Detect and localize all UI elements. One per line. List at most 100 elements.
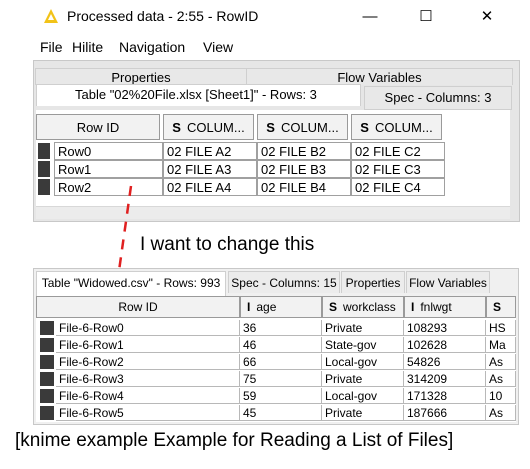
table-cell[interactable]: 02 FILE C2 bbox=[351, 142, 445, 160]
tab-spec[interactable]: Spec - Columns: 3 bbox=[364, 86, 512, 110]
window-title: Processed data - 2:55 - RowID bbox=[67, 8, 259, 24]
table-cell[interactable]: Private bbox=[322, 405, 404, 421]
close-button[interactable]: ✕ bbox=[465, 3, 509, 29]
column-header-1[interactable]: S COLUM... bbox=[163, 114, 254, 140]
tab-table-widowed[interactable]: Table "Widowed.csv" - Rows: 993 bbox=[36, 271, 226, 296]
tab-spec-columns[interactable]: Spec - Columns: 15 bbox=[228, 271, 340, 293]
table-cell[interactable]: 46 bbox=[240, 337, 322, 353]
table-cell[interactable]: State-gov bbox=[322, 337, 404, 353]
table-cell[interactable]: 10 bbox=[486, 388, 516, 404]
row-marker bbox=[40, 372, 54, 386]
table-cell[interactable]: 314209 bbox=[404, 371, 486, 387]
column-header-2[interactable]: S COLUM... bbox=[257, 114, 348, 140]
close-icon: ✕ bbox=[480, 8, 494, 25]
table-cell[interactable]: 02 FILE C4 bbox=[351, 178, 445, 196]
row-marker bbox=[40, 355, 54, 369]
table-cell[interactable]: 45 bbox=[240, 405, 322, 421]
tab-flow-variables[interactable]: Flow Variables bbox=[406, 271, 490, 293]
table-cell[interactable]: 02 FILE C3 bbox=[351, 160, 445, 178]
column-header-row-id[interactable]: Row ID bbox=[36, 114, 160, 140]
table-cell[interactable]: 02 FILE A4 bbox=[163, 178, 257, 196]
column-header-label: COLUM... bbox=[374, 119, 433, 135]
table-cell[interactable]: As bbox=[486, 354, 516, 370]
column-header-education[interactable]: S bbox=[486, 296, 516, 318]
column-header-age[interactable]: Iage bbox=[240, 296, 322, 318]
tab-properties[interactable]: Properties bbox=[341, 271, 405, 293]
row-marker bbox=[40, 338, 54, 352]
row-id-cell[interactable]: Row2 bbox=[54, 178, 163, 196]
table-cell[interactable]: 66 bbox=[240, 354, 322, 370]
menu-view[interactable]: View bbox=[203, 39, 233, 55]
integer-type-icon: I bbox=[247, 300, 251, 314]
table-cell[interactable]: Ma bbox=[486, 337, 516, 353]
column-header-label: age bbox=[256, 300, 277, 314]
string-type-icon: S bbox=[493, 300, 502, 314]
row-marker bbox=[38, 179, 50, 195]
tab-properties[interactable]: Properties bbox=[35, 68, 247, 85]
string-type-icon: S bbox=[329, 300, 338, 314]
table-cell[interactable]: 187666 bbox=[404, 405, 486, 421]
table-cell[interactable]: 171328 bbox=[404, 388, 486, 404]
row-id-cell[interactable]: File-6-Row5 bbox=[56, 405, 240, 421]
string-type-icon: S bbox=[266, 119, 275, 135]
table-cell[interactable]: 36 bbox=[240, 320, 322, 336]
row-id-cell[interactable]: Row1 bbox=[54, 160, 163, 178]
row-marker bbox=[38, 143, 50, 159]
row-marker bbox=[40, 406, 54, 420]
row-id-cell[interactable]: File-6-Row2 bbox=[56, 354, 240, 370]
column-header-label: workclass bbox=[343, 300, 396, 314]
caption-text: [knime example Example for Reading a Lis… bbox=[15, 430, 454, 451]
table-cell[interactable]: As bbox=[486, 371, 516, 387]
column-header-label: COLUM... bbox=[280, 119, 339, 135]
tab-table[interactable]: Table "02%20File.xlsx [Sheet1]" - Rows: … bbox=[36, 84, 361, 106]
column-header-label: fnlwgt bbox=[420, 300, 452, 314]
table-cell[interactable]: Local-gov bbox=[322, 354, 404, 370]
horizontal-scrollbar[interactable] bbox=[36, 206, 510, 219]
annotation-text: I want to change this bbox=[140, 234, 315, 255]
row-marker bbox=[38, 161, 50, 177]
data-table: Row ID S COLUM... S COLUM... S COLUM... … bbox=[36, 110, 510, 206]
column-header-label: Row ID bbox=[118, 300, 158, 314]
table-cell[interactable]: 54826 bbox=[404, 354, 486, 370]
title-bar: Processed data - 2:55 - RowID — ☐ ✕ bbox=[0, 0, 530, 33]
row-id-cell[interactable]: File-6-Row4 bbox=[56, 388, 240, 404]
table-cell[interactable]: 02 FILE A3 bbox=[163, 160, 257, 178]
table-cell[interactable]: HS bbox=[486, 320, 516, 336]
menu-bar: File Hilite Navigation View bbox=[0, 33, 530, 61]
table-cell[interactable]: 75 bbox=[240, 371, 322, 387]
row-id-cell[interactable]: File-6-Row3 bbox=[56, 371, 240, 387]
menu-navigation[interactable]: Navigation bbox=[119, 39, 185, 55]
string-type-icon: S bbox=[172, 119, 181, 135]
column-header-3[interactable]: S COLUM... bbox=[351, 114, 442, 140]
row-marker bbox=[40, 321, 54, 335]
maximize-button[interactable]: ☐ bbox=[404, 3, 448, 29]
column-header-label: COLUM... bbox=[186, 119, 245, 135]
row-marker bbox=[40, 389, 54, 403]
integer-type-icon: I bbox=[411, 300, 415, 314]
row-id-cell[interactable]: File-6-Row1 bbox=[56, 337, 240, 353]
table-cell[interactable]: 59 bbox=[240, 388, 322, 404]
tab-flow-variables[interactable]: Flow Variables bbox=[246, 68, 513, 85]
table-cell[interactable]: 02 FILE A2 bbox=[163, 142, 257, 160]
table-cell[interactable]: Local-gov bbox=[322, 388, 404, 404]
table-cell[interactable]: 02 FILE B2 bbox=[257, 142, 351, 160]
row-id-cell[interactable]: File-6-Row0 bbox=[56, 320, 240, 336]
row-id-cell[interactable]: Row0 bbox=[54, 142, 163, 160]
table-cell[interactable]: Private bbox=[322, 371, 404, 387]
minimize-button[interactable]: — bbox=[348, 3, 392, 29]
knime-app-icon bbox=[44, 9, 58, 23]
menu-file[interactable]: File bbox=[40, 39, 63, 55]
table-cell[interactable]: 102628 bbox=[404, 337, 486, 353]
minimize-icon: — bbox=[362, 7, 378, 25]
table-cell[interactable]: 02 FILE B4 bbox=[257, 178, 351, 196]
menu-hilite[interactable]: Hilite bbox=[72, 39, 103, 55]
table-cell[interactable]: 02 FILE B3 bbox=[257, 160, 351, 178]
widowed-data-table: Row ID Iage Sworkclass Ifnlwgt S File-6-… bbox=[36, 296, 516, 422]
maximize-icon: ☐ bbox=[419, 8, 433, 25]
table-cell[interactable]: As bbox=[486, 405, 516, 421]
column-header-row-id[interactable]: Row ID bbox=[36, 296, 240, 318]
table-cell[interactable]: Private bbox=[322, 320, 404, 336]
column-header-fnlwgt[interactable]: Ifnlwgt bbox=[404, 296, 486, 318]
table-cell[interactable]: 108293 bbox=[404, 320, 486, 336]
column-header-workclass[interactable]: Sworkclass bbox=[322, 296, 404, 318]
